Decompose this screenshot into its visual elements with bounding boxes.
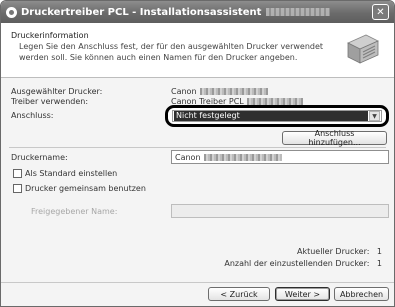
- back-button[interactable]: < Zurück: [208, 287, 270, 301]
- printer-count-value: 1: [376, 259, 382, 268]
- port-select[interactable]: Nicht festgelegt ▼: [172, 110, 382, 122]
- port-select-value: Nicht festgelegt: [174, 111, 368, 121]
- port-highlight-frame: Nicht festgelegt ▼: [165, 105, 389, 127]
- header-description: Legen Sie den Anschluss fest, der für de…: [19, 42, 324, 62]
- printer-icon: [347, 34, 379, 64]
- port-label: Anschluss:: [11, 111, 54, 120]
- app-icon: [6, 6, 17, 18]
- printer-name-text: Canon: [175, 152, 201, 162]
- close-button[interactable]: ✕: [372, 4, 389, 20]
- current-printer-label: Aktueller Drucker:: [296, 247, 370, 256]
- selected-printer-value: Canon: [171, 87, 268, 96]
- share-printer-checkbox[interactable]: Drucker gemeinsam benutzen: [13, 184, 146, 193]
- printer-name-label: Druckername:: [11, 153, 68, 162]
- redacted-driver-name: [246, 98, 303, 105]
- set-default-label: Als Standard einstellen: [25, 169, 118, 178]
- share-name-label: Freigegebener Name:: [31, 207, 118, 216]
- redacted-printer-name: [203, 153, 282, 161]
- printer-count-label: Anzahl der einzustellenden Drucker:: [224, 259, 370, 268]
- driver-label: Treiber verwenden:: [11, 97, 89, 106]
- current-printer-status: Aktueller Drucker: 1: [297, 247, 382, 256]
- cancel-button[interactable]: Abbrechen: [334, 287, 389, 301]
- header-title: Druckerinformation: [11, 31, 89, 40]
- redacted-model-name: [199, 88, 268, 95]
- installer-window: Druckertreiber PCL - Installationsassist…: [0, 0, 395, 307]
- share-printer-checkbox-box[interactable]: [13, 184, 22, 193]
- next-button[interactable]: Weiter >: [275, 287, 330, 301]
- current-printer-value: 1: [376, 247, 382, 256]
- selected-printer-text: Canon: [171, 87, 197, 96]
- divider: [9, 147, 386, 148]
- redacted-title-suffix: [266, 8, 331, 16]
- share-name-field[interactable]: [171, 204, 389, 218]
- footer-divider: [1, 282, 394, 283]
- chevron-down-icon[interactable]: ▼: [369, 111, 380, 121]
- header-panel: Druckerinformation Legen Sie den Anschlu…: [1, 23, 394, 78]
- printer-name-field[interactable]: Canon: [171, 150, 389, 164]
- selected-printer-label: Ausgewählter Drucker:: [11, 87, 103, 96]
- title-bar[interactable]: Druckertreiber PCL - Installationsassist…: [1, 1, 394, 23]
- set-default-checkbox-box[interactable]: [13, 169, 22, 178]
- set-default-checkbox[interactable]: Als Standard einstellen: [13, 169, 117, 178]
- window-title: Druckertreiber PCL - Installationsassist…: [21, 6, 262, 18]
- printer-count-status: Anzahl der einzustellenden Drucker: 1: [224, 259, 382, 268]
- share-printer-label: Drucker gemeinsam benutzen: [25, 184, 146, 193]
- add-port-button[interactable]: Anschluss hinzufügen...: [282, 129, 387, 147]
